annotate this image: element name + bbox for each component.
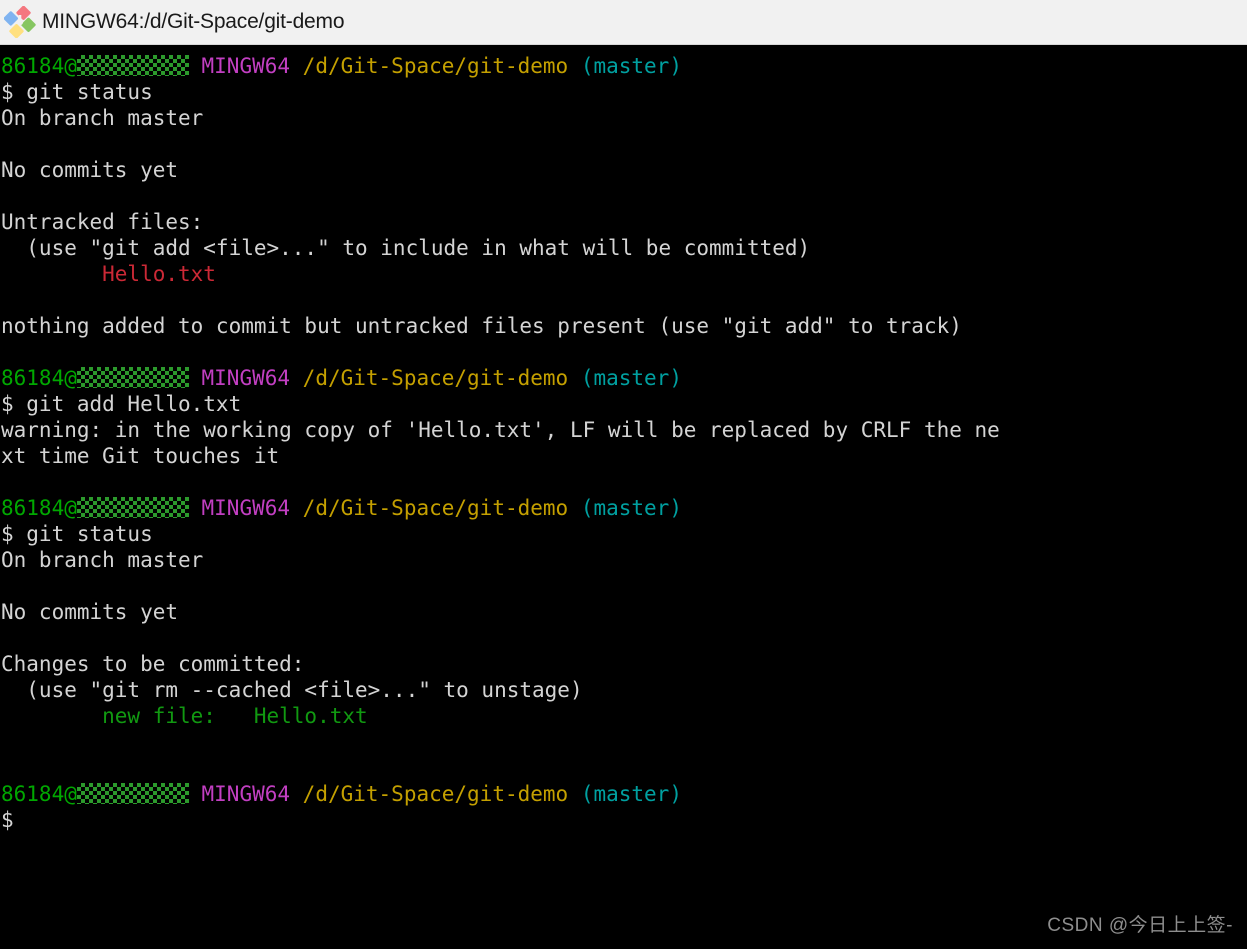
- terminal-screen[interactable]: 86184@ MINGW64 /d/Git-Space/git-demo (ma…: [0, 45, 1247, 949]
- terminal-output-line: No commits yet: [1, 600, 179, 624]
- prompt-hostname-redacted: [76, 783, 189, 804]
- terminal-output-line: Changes to be committed:: [1, 652, 305, 676]
- prompt-branch: (master): [580, 496, 682, 520]
- terminal-output-line: (use "git rm --cached <file>..." to unst…: [1, 678, 583, 702]
- terminal-command-line: $ git status: [1, 522, 153, 546]
- prompt-path: /d/Git-Space/git-demo: [302, 366, 581, 390]
- window-title: MINGW64:/d/Git-Space/git-demo: [42, 10, 345, 33]
- prompt-path: /d/Git-Space/git-demo: [302, 496, 581, 520]
- terminal-output-line: nothing added to commit but untracked fi…: [1, 314, 962, 338]
- terminal-prompt-line: 86184@ MINGW64 /d/Git-Space/git-demo (ma…: [0, 365, 1247, 391]
- terminal-output-line: On branch master: [1, 548, 204, 572]
- terminal-command-line: $ git add Hello.txt: [1, 392, 242, 416]
- terminal-command-line: $ git status: [1, 80, 153, 104]
- prompt-branch: (master): [580, 366, 682, 390]
- terminal-output-line: warning: in the working copy of 'Hello.t…: [1, 418, 1000, 442]
- terminal-output-line: Untracked files:: [1, 210, 204, 234]
- git-bash-diamond-icon: [4, 6, 36, 38]
- terminal-untracked-file: Hello.txt: [1, 262, 216, 286]
- prompt-user: 86184@: [1, 496, 77, 520]
- prompt-shell: MINGW64: [201, 782, 303, 806]
- prompt-branch: (master): [580, 54, 682, 78]
- terminal-prompt-line: 86184@ MINGW64 /d/Git-Space/git-demo (ma…: [0, 781, 1247, 807]
- prompt-branch: (master): [580, 782, 682, 806]
- prompt-path: /d/Git-Space/git-demo: [302, 54, 581, 78]
- terminal-prompt-line: 86184@ MINGW64 /d/Git-Space/git-demo (ma…: [0, 53, 1247, 79]
- prompt-hostname-redacted: [76, 367, 189, 388]
- terminal-output-line: (use "git add <file>..." to include in w…: [1, 236, 811, 260]
- prompt-user: 86184@: [1, 54, 77, 78]
- terminal-prompt-line: 86184@ MINGW64 /d/Git-Space/git-demo (ma…: [0, 495, 1247, 521]
- prompt-shell: MINGW64: [201, 496, 303, 520]
- terminal-output-line: On branch master: [1, 106, 204, 130]
- terminal-command-line: $: [1, 808, 14, 832]
- terminal-output-line: No commits yet: [1, 158, 179, 182]
- csdn-watermark: CSDN @今日上上签-: [1047, 915, 1233, 936]
- terminal-output: 86184@ MINGW64 /d/Git-Space/git-demo (ma…: [0, 53, 1247, 833]
- terminal-output-line: xt time Git touches it: [1, 444, 280, 468]
- terminal-staged-file: new file: Hello.txt: [1, 704, 368, 728]
- prompt-hostname-redacted: [76, 55, 189, 76]
- prompt-user: 86184@: [1, 782, 77, 806]
- prompt-path: /d/Git-Space/git-demo: [302, 782, 581, 806]
- prompt-shell: MINGW64: [201, 54, 303, 78]
- prompt-shell: MINGW64: [201, 366, 303, 390]
- prompt-user: 86184@: [1, 366, 77, 390]
- prompt-hostname-redacted: [76, 497, 189, 518]
- window-titlebar: MINGW64:/d/Git-Space/git-demo: [0, 0, 1247, 45]
